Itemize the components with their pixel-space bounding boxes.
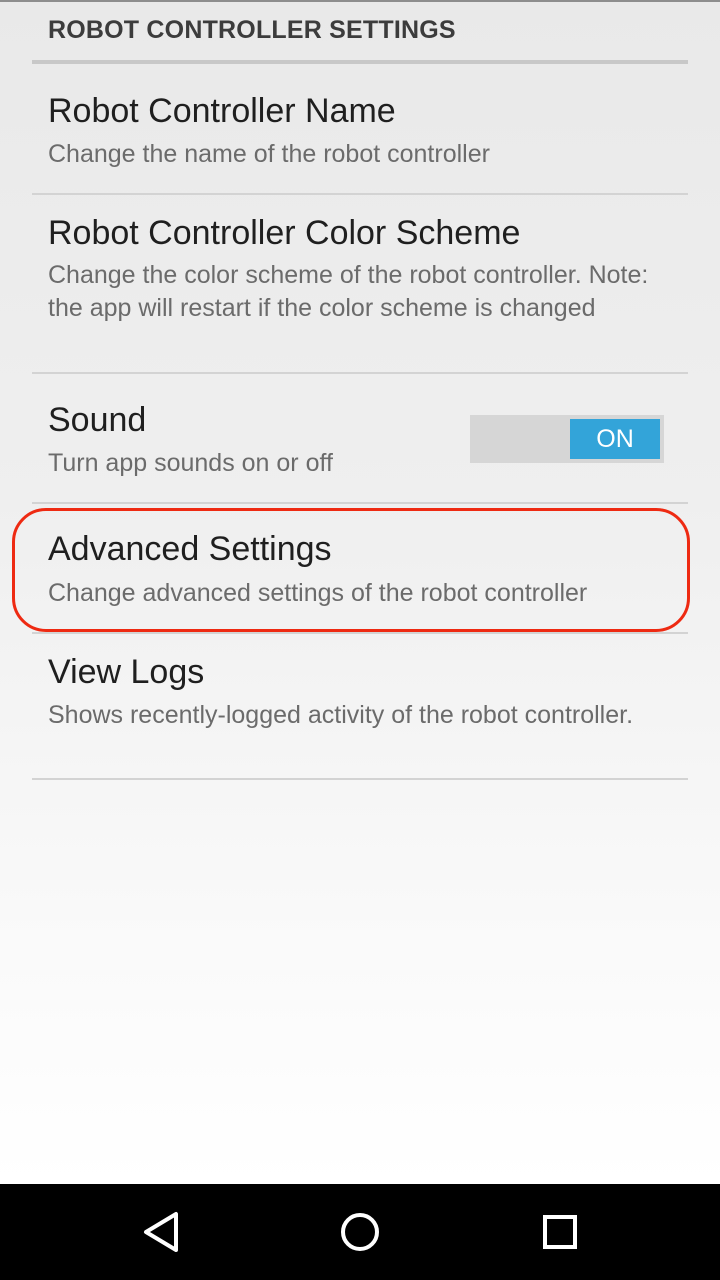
pref-summary: Shows recently-logged activity of the ro… [48,701,634,729]
pref-title: Sound [48,401,147,439]
highlight-annotation [12,508,690,632]
toggle-thumb: ON [570,419,660,459]
pref-title: Robot Controller Color Scheme [48,214,521,252]
pref-title: Robot Controller Name [48,92,396,130]
recents-square-icon[interactable] [530,1202,590,1262]
home-circle-icon[interactable] [330,1202,390,1262]
pref-color-scheme[interactable]: Robot Controller Color Scheme Change the… [0,195,720,373]
navigation-bar [0,1184,720,1280]
pref-robot-controller-name[interactable]: Robot Controller Name Change the name of… [0,64,720,194]
category-header: ROBOT CONTROLLER SETTINGS [48,16,456,44]
sound-toggle-switch[interactable]: ON [470,415,664,463]
pref-summary: Change the color scheme of the robot con… [48,261,649,322]
divider [32,778,688,780]
back-triangle-icon[interactable] [130,1202,190,1262]
pref-view-logs[interactable]: View Logs Shows recently-logged activity… [0,634,720,778]
pref-summary: Change the name of the robot controller [48,140,490,168]
pref-title: View Logs [48,653,205,691]
top-edge-line [0,0,720,2]
